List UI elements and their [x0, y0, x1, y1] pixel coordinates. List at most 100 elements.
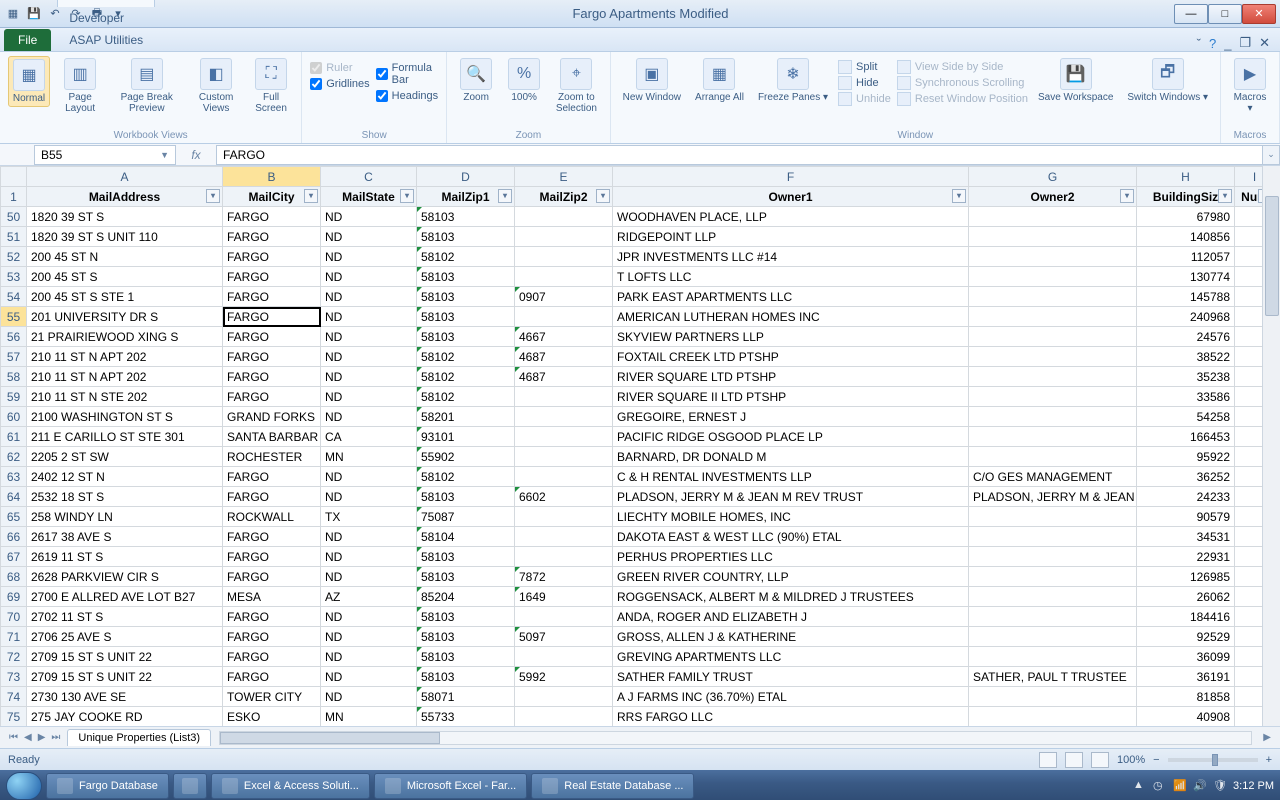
filter-icon[interactable]: ▾ [1120, 189, 1134, 203]
close-button[interactable]: ✕ [1242, 4, 1276, 24]
field-header-MailZip2[interactable]: MailZip2▾ [515, 187, 613, 207]
cell[interactable]: ANDA, ROGER AND ELIZABETH J [613, 607, 969, 627]
cell[interactable]: ND [321, 287, 417, 307]
col-header-G[interactable]: G [969, 167, 1137, 187]
cell[interactable]: PACIFIC RIDGE OSGOOD PLACE LP [613, 427, 969, 447]
cell[interactable] [515, 507, 613, 527]
cell[interactable]: 55733 [417, 707, 515, 727]
cell[interactable]: 200 45 ST S [27, 267, 223, 287]
cell[interactable]: FARGO [223, 547, 321, 567]
row-header[interactable]: 69 [1, 587, 27, 607]
cell[interactable] [969, 607, 1137, 627]
cell[interactable]: ND [321, 667, 417, 687]
cell[interactable]: 36252 [1137, 467, 1235, 487]
cell[interactable]: ND [321, 227, 417, 247]
cell[interactable]: 1820 39 ST S [27, 207, 223, 227]
cell[interactable]: FARGO [223, 387, 321, 407]
cell[interactable]: 24233 [1137, 487, 1235, 507]
filter-icon[interactable]: ▾ [206, 189, 220, 203]
cell[interactable]: ND [321, 207, 417, 227]
select-all-corner[interactable] [1, 167, 27, 187]
cell[interactable]: FARGO [223, 267, 321, 287]
cell[interactable]: 33586 [1137, 387, 1235, 407]
tray-volume-icon[interactable]: 🔊 [1193, 779, 1207, 793]
view-custom-views-button[interactable]: ◧Custom Views [189, 56, 243, 116]
cell[interactable]: 58103 [417, 627, 515, 647]
cell[interactable]: 58103 [417, 307, 515, 327]
tab-developer[interactable]: Developer [57, 7, 155, 29]
sheet-nav-first-icon[interactable]: ⏮ [6, 732, 21, 743]
cell[interactable] [969, 587, 1137, 607]
view-normal-icon[interactable] [1039, 752, 1057, 768]
cell[interactable]: 40908 [1137, 707, 1235, 727]
cell[interactable]: 24576 [1137, 327, 1235, 347]
cell[interactable] [969, 447, 1137, 467]
cell[interactable]: 58103 [417, 267, 515, 287]
cell[interactable]: 95922 [1137, 447, 1235, 467]
cell[interactable]: 258 WINDY LN [27, 507, 223, 527]
cell[interactable]: 1820 39 ST S UNIT 110 [27, 227, 223, 247]
cell[interactable]: 58201 [417, 407, 515, 427]
col-header-D[interactable]: D [417, 167, 515, 187]
cell[interactable] [1235, 387, 1263, 407]
taskbar-item[interactable]: Real Estate Database ... [531, 773, 694, 799]
cell[interactable] [969, 407, 1137, 427]
tab-view[interactable]: View [57, 0, 155, 7]
cell[interactable]: GRAND FORKS [223, 407, 321, 427]
sheet-nav-next-icon[interactable]: ▶ [35, 732, 49, 743]
field-header-MailCity[interactable]: MailCity▾ [223, 187, 321, 207]
cell[interactable]: 140856 [1137, 227, 1235, 247]
cell[interactable] [1235, 627, 1263, 647]
cell[interactable]: 81858 [1137, 687, 1235, 707]
cell[interactable]: 34531 [1137, 527, 1235, 547]
cell[interactable] [969, 507, 1137, 527]
cell[interactable]: 2619 11 ST S [27, 547, 223, 567]
formula-input[interactable]: FARGO [216, 145, 1262, 165]
row-header[interactable]: 50 [1, 207, 27, 227]
tray-network-icon[interactable]: 📶 [1173, 779, 1187, 793]
cell[interactable]: RIVER SQUARE II LTD PTSHP [613, 387, 969, 407]
cell[interactable]: 166453 [1137, 427, 1235, 447]
cell[interactable]: FARGO [223, 287, 321, 307]
maximize-button[interactable]: □ [1208, 4, 1242, 24]
cell[interactable]: 200 45 ST N [27, 247, 223, 267]
cell[interactable]: 4687 [515, 367, 613, 387]
zoom-in-icon[interactable]: + [1266, 754, 1272, 766]
taskbar-item[interactable]: Fargo Database [46, 773, 169, 799]
cell[interactable]: C & H RENTAL INVESTMENTS LLP [613, 467, 969, 487]
cell[interactable] [969, 327, 1137, 347]
cell[interactable]: 210 11 ST N APT 202 [27, 347, 223, 367]
minimize-ribbon-icon[interactable]: ˇ [1197, 36, 1201, 51]
cell[interactable]: FARGO [223, 247, 321, 267]
cell[interactable] [515, 527, 613, 547]
view-page-layout-button[interactable]: ▥Page Layout [56, 56, 104, 116]
start-button[interactable] [6, 772, 42, 800]
cell[interactable] [969, 347, 1137, 367]
row-header[interactable]: 61 [1, 427, 27, 447]
cell[interactable]: BARNARD, DR DONALD M [613, 447, 969, 467]
cell[interactable]: 145788 [1137, 287, 1235, 307]
cell[interactable]: 58103 [417, 567, 515, 587]
cell[interactable] [1235, 207, 1263, 227]
filter-icon[interactable]: ▾ [498, 189, 512, 203]
cell[interactable]: FARGO [223, 227, 321, 247]
row-header[interactable]: 55 [1, 307, 27, 327]
name-box[interactable]: B55▼ [34, 145, 176, 165]
spreadsheet-grid[interactable]: ABCDEFGHI 1MailAddress▾MailCity▾MailStat… [0, 166, 1262, 726]
cell[interactable] [515, 467, 613, 487]
cell[interactable]: C/O GES MANAGEMENT [969, 467, 1137, 487]
filter-icon[interactable]: ▾ [400, 189, 414, 203]
cell[interactable]: PLADSON, JERRY M & JEAN M REV TRUST [613, 487, 969, 507]
cell[interactable] [969, 627, 1137, 647]
switch-windows-button[interactable]: 🗗Switch Windows ▾ [1123, 56, 1212, 105]
cell[interactable]: 55902 [417, 447, 515, 467]
tray-clock[interactable]: 3:12 PM [1233, 780, 1274, 792]
cell[interactable]: 58103 [417, 287, 515, 307]
cell[interactable] [515, 227, 613, 247]
field-header-MailState[interactable]: MailState▾ [321, 187, 417, 207]
cell[interactable]: PLADSON, JERRY M & JEAN [969, 487, 1137, 507]
row-header[interactable]: 63 [1, 467, 27, 487]
row-header[interactable]: 72 [1, 647, 27, 667]
taskbar-item[interactable] [173, 773, 207, 799]
cell[interactable]: FARGO [223, 487, 321, 507]
